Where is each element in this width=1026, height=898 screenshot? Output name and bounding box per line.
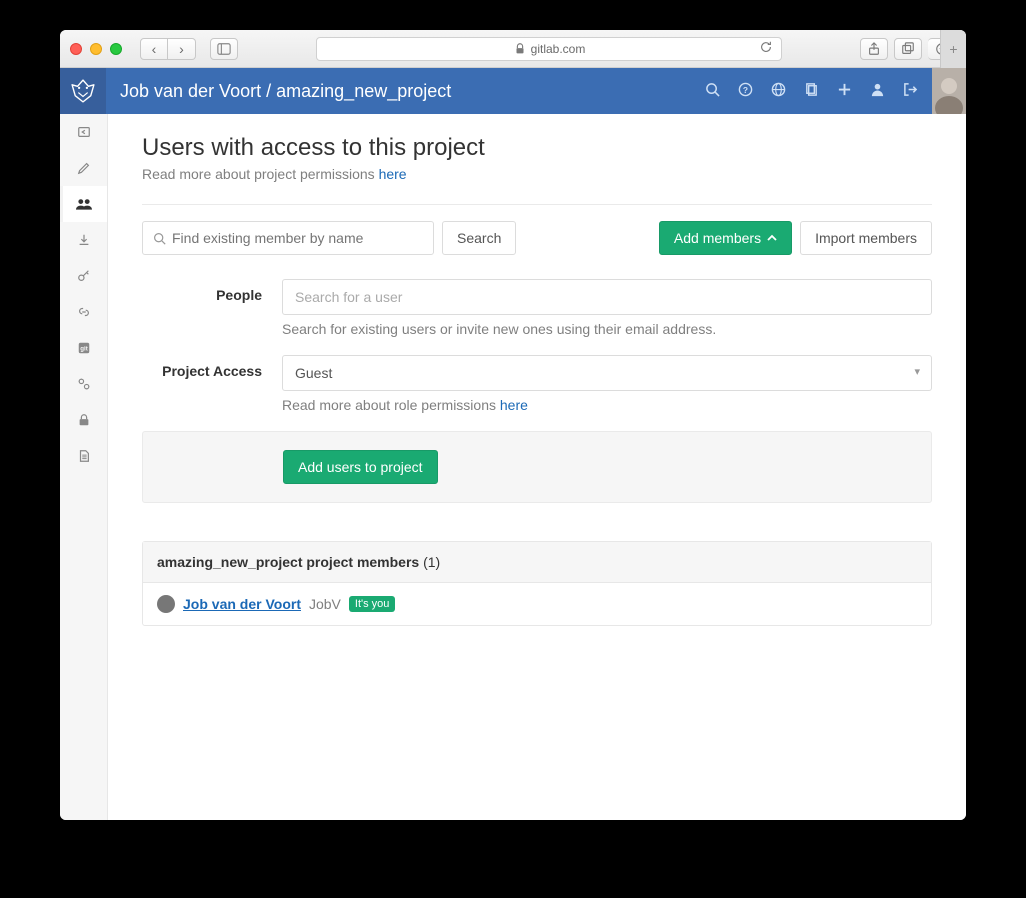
browser-window: ‹ › gitlab.com + (60, 30, 966, 820)
address-text: gitlab.com (531, 42, 586, 56)
sidebar-item-back[interactable] (60, 114, 107, 150)
sidebar-toggle-button[interactable] (210, 38, 238, 60)
top-nav: Job van der Voort / amazing_new_project … (60, 68, 966, 114)
divider (142, 204, 932, 205)
page-title: Users with access to this project (142, 134, 932, 162)
snippet-icon[interactable] (804, 82, 819, 101)
add-users-button[interactable]: Add users to project (283, 450, 438, 484)
globe-icon[interactable] (771, 82, 786, 101)
sidebar: git (60, 114, 108, 820)
actions-row: Search Add members Import members (142, 221, 932, 255)
members-count: (1) (423, 554, 440, 570)
breadcrumb-owner[interactable]: Job van der Voort (120, 81, 261, 101)
search-input-wrap (142, 221, 434, 255)
search-button[interactable]: Search (442, 221, 516, 255)
people-help-text: Search for existing users or invite new … (282, 321, 932, 337)
member-row: Job van der Voort JobV It's you (143, 583, 931, 625)
breadcrumb: Job van der Voort / amazing_new_project (120, 81, 695, 102)
close-icon[interactable] (70, 43, 82, 55)
reload-icon[interactable] (759, 40, 773, 57)
add-members-label: Add members (674, 230, 761, 246)
member-handle: JobV (309, 596, 341, 612)
people-row: People Search for existing users or invi… (142, 279, 932, 337)
members-title: amazing_new_project project members (157, 554, 419, 570)
add-members-button[interactable]: Add members (659, 221, 792, 255)
forward-button[interactable]: › (168, 38, 196, 60)
user-icon[interactable] (870, 82, 885, 101)
gitlab-logo[interactable] (60, 68, 106, 114)
chevron-up-icon (767, 233, 777, 243)
address-bar-container: gitlab.com (316, 37, 782, 61)
access-select[interactable] (282, 355, 932, 391)
maximize-icon[interactable] (110, 43, 122, 55)
svg-text:?: ? (743, 84, 748, 94)
browser-titlebar: ‹ › gitlab.com + (60, 30, 966, 68)
people-input[interactable] (282, 279, 932, 315)
sidebar-item-git[interactable]: git (60, 330, 107, 366)
member-avatar (157, 595, 175, 613)
address-bar[interactable]: gitlab.com (316, 37, 782, 61)
svg-text:git: git (80, 346, 87, 353)
access-select-wrap (282, 355, 932, 391)
sidebar-item-deploy[interactable] (60, 222, 107, 258)
main-content: Users with access to this project Read m… (108, 114, 966, 820)
lock-icon (513, 42, 527, 56)
subtitle-text: Read more about project permissions (142, 166, 379, 182)
window-controls (70, 43, 122, 55)
plus-icon[interactable] (837, 82, 852, 101)
gitlab-app: Job van der Voort / amazing_new_project … (60, 68, 966, 820)
access-help-text: Read more about role permissions here (282, 397, 932, 413)
access-label: Project Access (142, 355, 282, 413)
app-body: git Users with access to this project Re… (60, 114, 966, 820)
members-panel: amazing_new_project project members (1) … (142, 541, 932, 626)
page-subtitle: Read more about project permissions here (142, 166, 932, 182)
share-button[interactable] (860, 38, 888, 60)
logout-icon[interactable] (903, 82, 918, 101)
role-permissions-link[interactable]: here (500, 397, 528, 413)
search-input[interactable] (172, 230, 423, 246)
tabs-button[interactable] (894, 38, 922, 60)
members-panel-head: amazing_new_project project members (1) (143, 542, 931, 583)
new-tab-button[interactable]: + (940, 30, 966, 68)
search-icon[interactable] (705, 82, 720, 101)
user-avatar[interactable] (932, 68, 966, 114)
its-you-badge: It's you (349, 596, 396, 612)
sidebar-item-pages[interactable] (60, 438, 107, 474)
sidebar-item-settings[interactable] (60, 366, 107, 402)
sidebar-item-members[interactable] (60, 186, 107, 222)
access-row: Project Access Read more about role perm… (142, 355, 932, 413)
import-members-button[interactable]: Import members (800, 221, 932, 255)
search-icon (153, 232, 166, 245)
sidebar-item-key[interactable] (60, 258, 107, 294)
back-button[interactable]: ‹ (140, 38, 168, 60)
sidebar-item-webhook[interactable] (60, 294, 107, 330)
help-icon[interactable]: ? (738, 82, 753, 101)
submit-bar: Add users to project (142, 431, 932, 503)
people-label: People (142, 279, 282, 337)
member-name-link[interactable]: Job van der Voort (183, 596, 301, 612)
nav-buttons: ‹ › (140, 38, 196, 60)
access-help-prefix: Read more about role permissions (282, 397, 500, 413)
sidebar-item-protected[interactable] (60, 402, 107, 438)
breadcrumb-project[interactable]: amazing_new_project (276, 81, 451, 101)
minimize-icon[interactable] (90, 43, 102, 55)
sidebar-item-edit[interactable] (60, 150, 107, 186)
breadcrumb-separator: / (266, 81, 271, 101)
top-nav-icons: ? (705, 82, 918, 101)
permissions-link[interactable]: here (379, 166, 407, 182)
